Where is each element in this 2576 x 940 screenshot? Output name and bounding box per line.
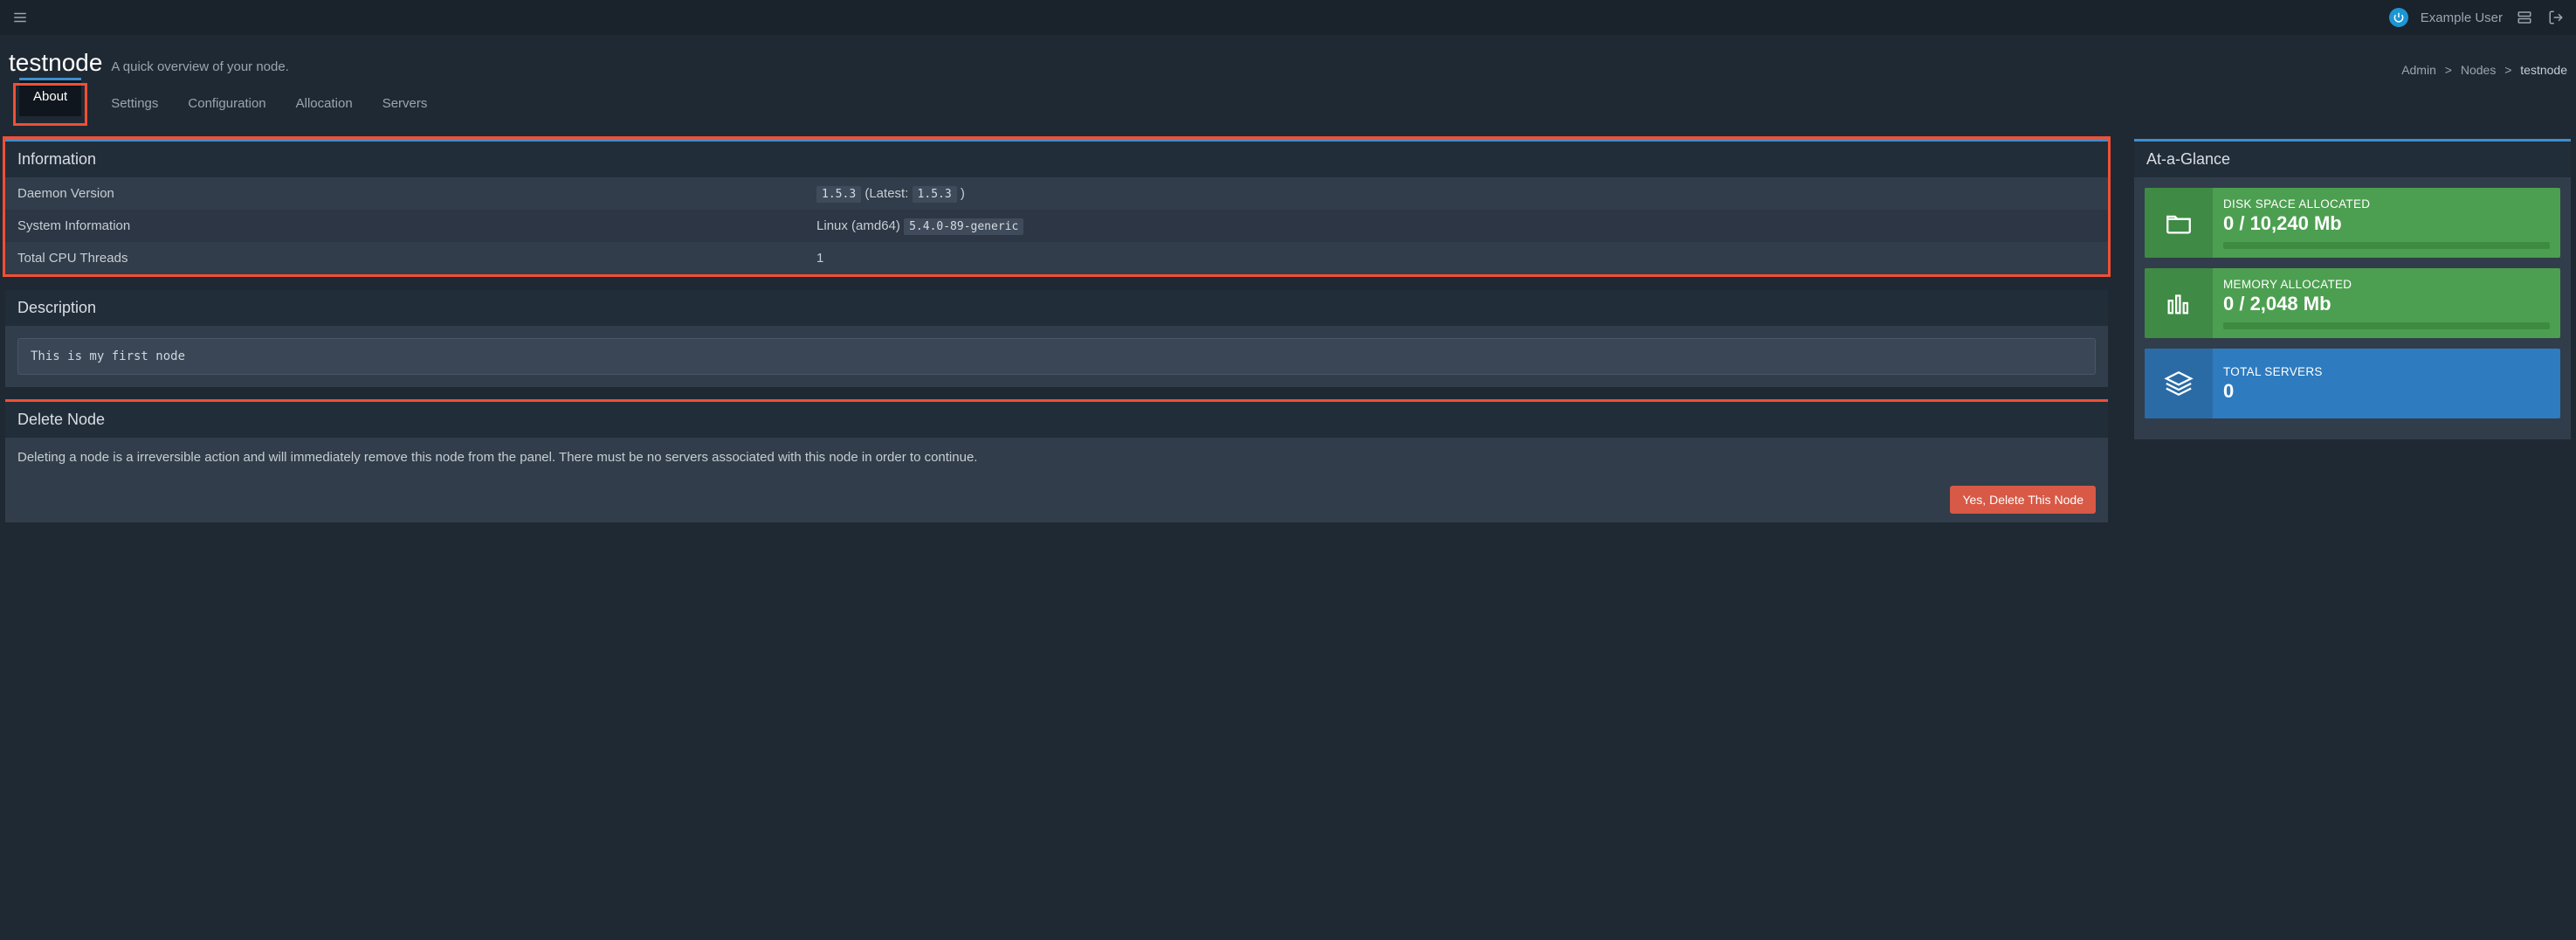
glance-memory-bar — [2223, 322, 2550, 329]
menu-toggle-icon[interactable] — [10, 8, 30, 27]
info-system-label: System Information — [5, 210, 804, 242]
info-daemon-version-value: 1.5.3 (Latest: 1.5.3 ) — [804, 177, 2108, 210]
glance-memory-label: MEMORY ALLOCATED — [2223, 278, 2550, 291]
delete-node-heading: Delete Node — [5, 402, 2108, 438]
glance-disk-label: DISK SPACE ALLOCATED — [2223, 197, 2550, 211]
glance-card-memory: MEMORY ALLOCATED 0 / 2,048 Mb — [2145, 268, 2560, 338]
main-left-column: Information Daemon Version 1.5.3 (Latest… — [5, 139, 2108, 533]
glance-box: At-a-Glance DISK SPACE ALLOCATED 0 / 10,… — [2134, 139, 2571, 439]
delete-node-body: Deleting a node is a irreversible action… — [5, 438, 2108, 477]
logout-icon[interactable] — [2546, 8, 2566, 27]
glance-card-disk: DISK SPACE ALLOCATED 0 / 10,240 Mb — [2145, 188, 2560, 258]
glance-servers-label: TOTAL SERVERS — [2223, 365, 2550, 378]
server-list-icon[interactable] — [2515, 8, 2534, 27]
glance-memory-value: 0 / 2,048 Mb — [2223, 293, 2550, 315]
breadcrumb: Admin > Nodes > testnode — [2401, 63, 2567, 77]
info-cpu-label: Total CPU Threads — [5, 242, 804, 274]
delete-node-box: Delete Node Deleting a node is a irrever… — [5, 399, 2108, 522]
glance-servers-value: 0 — [2223, 380, 2550, 403]
power-icon[interactable] — [2389, 8, 2408, 27]
glance-heading: At-a-Glance — [2134, 142, 2571, 177]
bar-chart-icon — [2145, 268, 2213, 338]
user-name[interactable]: Example User — [2421, 10, 2503, 25]
daemon-version-latest: 1.5.3 — [913, 186, 957, 203]
info-daemon-version-label: Daemon Version — [5, 177, 804, 210]
page-subtitle: A quick overview of your node. — [111, 59, 288, 74]
top-navbar: Example User — [0, 0, 2576, 35]
information-heading: Information — [5, 142, 2108, 177]
info-system-value: Linux (amd64) 5.4.0-89-generic — [804, 210, 2108, 242]
glance-disk-bar — [2223, 242, 2550, 249]
table-row: Total CPU Threads 1 — [5, 242, 2108, 274]
information-table: Daemon Version 1.5.3 (Latest: 1.5.3 ) Sy… — [5, 177, 2108, 274]
description-heading: Description — [5, 290, 2108, 326]
folder-icon — [2145, 188, 2213, 258]
delete-node-button[interactable]: Yes, Delete This Node — [1950, 486, 2096, 514]
tab-allocation[interactable]: Allocation — [293, 86, 356, 123]
table-row: Daemon Version 1.5.3 (Latest: 1.5.3 ) — [5, 177, 2108, 210]
breadcrumb-current: testnode — [2520, 63, 2567, 77]
info-cpu-value: 1 — [804, 242, 2108, 274]
breadcrumb-nodes[interactable]: Nodes — [2461, 63, 2496, 77]
information-box: Information Daemon Version 1.5.3 (Latest… — [5, 139, 2108, 274]
glance-card-servers: TOTAL SERVERS 0 — [2145, 349, 2560, 418]
table-row: System Information Linux (amd64) 5.4.0-8… — [5, 210, 2108, 242]
tab-settings[interactable]: Settings — [107, 86, 162, 123]
layers-icon — [2145, 349, 2213, 418]
tab-configuration[interactable]: Configuration — [184, 86, 269, 123]
glance-disk-value: 0 / 10,240 Mb — [2223, 212, 2550, 235]
page-title: testnode — [9, 49, 102, 77]
tab-bar: About Settings Configuration Allocation … — [0, 86, 2576, 123]
tab-about-highlight: About — [16, 86, 85, 123]
tab-about[interactable]: About — [19, 78, 81, 116]
glance-column: At-a-Glance DISK SPACE ALLOCATED 0 / 10,… — [2134, 139, 2571, 533]
system-kernel: 5.4.0-89-generic — [904, 218, 1023, 235]
description-text: This is my first node — [17, 338, 2096, 375]
daemon-version-current: 1.5.3 — [816, 186, 861, 203]
breadcrumb-admin[interactable]: Admin — [2401, 63, 2436, 77]
tab-servers[interactable]: Servers — [379, 86, 431, 123]
page-header: testnode A quick overview of your node. … — [0, 35, 2576, 86]
description-box: Description This is my first node — [5, 290, 2108, 387]
